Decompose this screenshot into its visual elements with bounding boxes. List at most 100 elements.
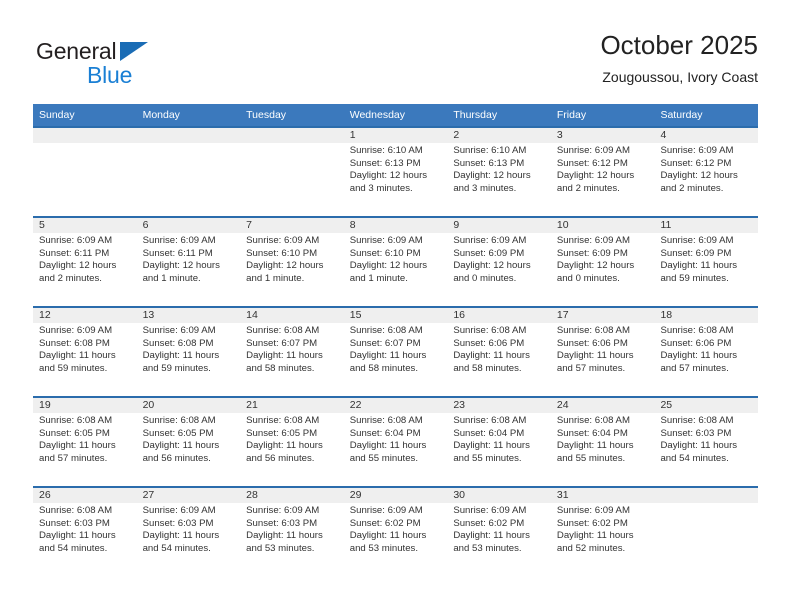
daylight-text-line2: and 57 minutes. — [556, 362, 626, 374]
day-cell[interactable]: Sunrise: 6:09 AM Sunset: 6:09 PM Dayligh… — [447, 233, 551, 306]
daylight-text-line1: Daylight: 11 hours — [142, 530, 220, 542]
daylight-text-line2: and 55 minutes. — [349, 452, 419, 464]
day-cell[interactable]: Sunrise: 6:08 AM Sunset: 6:05 PM Dayligh… — [137, 413, 241, 486]
day-cell[interactable]: Sunrise: 6:09 AM Sunset: 6:11 PM Dayligh… — [137, 233, 241, 306]
daylight-text-line1: Daylight: 12 hours — [556, 260, 635, 272]
day-number: 19 — [39, 399, 51, 411]
sunset-text: Sunset: 6:02 PM — [556, 517, 628, 529]
day-number — [137, 128, 241, 143]
daylight-text-line2: and 54 minutes. — [142, 542, 211, 554]
sunrise-text: Sunrise: 6:09 AM — [660, 235, 734, 246]
day-cell[interactable]: Sunrise: 6:09 AM Sunset: 6:10 PM Dayligh… — [240, 233, 344, 306]
sunrise-text: Sunrise: 6:08 AM — [453, 415, 527, 426]
day-cell[interactable]: Sunrise: 6:09 AM Sunset: 6:02 PM Dayligh… — [551, 503, 655, 576]
day-cell[interactable]: Sunrise: 6:08 AM Sunset: 6:04 PM Dayligh… — [344, 413, 448, 486]
sunset-text: Sunset: 6:06 PM — [453, 337, 525, 349]
sunrise-text: Sunrise: 6:09 AM — [453, 235, 527, 246]
day-cell[interactable]: Sunrise: 6:08 AM Sunset: 6:04 PM Dayligh… — [447, 413, 551, 486]
day-cell[interactable]: Sunrise: 6:10 AM Sunset: 6:13 PM Dayligh… — [344, 143, 448, 216]
day-number: 3 — [556, 129, 563, 141]
day-cell[interactable]: Sunrise: 6:08 AM Sunset: 6:06 PM Dayligh… — [654, 323, 758, 396]
sunset-text: Sunset: 6:05 PM — [246, 427, 318, 439]
sunset-text: Sunset: 6:05 PM — [39, 427, 110, 439]
sunset-text: Sunset: 6:11 PM — [142, 247, 213, 259]
weekday-header-row: Sunday Monday Tuesday Wednesday Thursday… — [33, 104, 758, 126]
daylight-text-line1: Daylight: 11 hours — [246, 350, 323, 362]
week-date-band: 19 20 21 22 23 24 25 — [33, 398, 758, 413]
sunset-text: Sunset: 6:03 PM — [660, 427, 732, 439]
day-cell[interactable]: Sunrise: 6:09 AM Sunset: 6:09 PM Dayligh… — [551, 233, 655, 306]
day-cell[interactable]: Sunrise: 6:09 AM Sunset: 6:12 PM Dayligh… — [551, 143, 655, 216]
week-content-row: Sunrise: 6:10 AM Sunset: 6:13 PM Dayligh… — [33, 143, 758, 216]
day-cell[interactable]: Sunrise: 6:09 AM Sunset: 6:03 PM Dayligh… — [240, 503, 344, 576]
day-cell[interactable]: Sunrise: 6:08 AM Sunset: 6:06 PM Dayligh… — [447, 323, 551, 396]
sunrise-text: Sunrise: 6:08 AM — [349, 415, 423, 426]
weekday-header-wednesday: Wednesday — [349, 109, 405, 121]
day-cell[interactable]: Sunrise: 6:08 AM Sunset: 6:05 PM Dayligh… — [240, 413, 344, 486]
daylight-text-line1: Daylight: 11 hours — [246, 530, 323, 542]
general-blue-logo[interactable]: General Blue — [36, 38, 196, 94]
sunrise-text: Sunrise: 6:08 AM — [453, 325, 527, 336]
sunset-text: Sunset: 6:04 PM — [349, 427, 421, 439]
sunrise-text: Sunrise: 6:09 AM — [39, 325, 113, 336]
day-cell[interactable]: Sunrise: 6:09 AM Sunset: 6:02 PM Dayligh… — [447, 503, 551, 576]
sunrise-text: Sunrise: 6:09 AM — [142, 505, 216, 516]
sunrise-text: Sunrise: 6:08 AM — [556, 415, 630, 426]
day-cell[interactable]: Sunrise: 6:08 AM Sunset: 6:06 PM Dayligh… — [551, 323, 655, 396]
daylight-text-line1: Daylight: 12 hours — [556, 170, 635, 182]
day-cell[interactable]: Sunrise: 6:10 AM Sunset: 6:13 PM Dayligh… — [447, 143, 551, 216]
day-cell[interactable] — [33, 143, 137, 216]
daylight-text-line1: Daylight: 11 hours — [556, 440, 634, 452]
daylight-text-line1: Daylight: 12 hours — [246, 260, 324, 272]
sunrise-text: Sunrise: 6:08 AM — [39, 415, 113, 426]
day-number: 27 — [142, 489, 155, 501]
daylight-text-line2: and 53 minutes. — [453, 542, 522, 554]
daylight-text-line1: Daylight: 11 hours — [142, 440, 220, 452]
day-cell[interactable] — [240, 143, 344, 216]
sunrise-text: Sunrise: 6:09 AM — [556, 505, 630, 516]
day-cell[interactable]: Sunrise: 6:09 AM Sunset: 6:02 PM Dayligh… — [344, 503, 448, 576]
day-number: 11 — [660, 219, 672, 231]
daylight-text-line2: and 0 minutes. — [556, 272, 620, 284]
calendar-week-row: 19 20 21 22 23 24 25 Sunrise: 6:08 AM Su… — [33, 396, 758, 486]
day-cell[interactable]: Sunrise: 6:09 AM Sunset: 6:08 PM Dayligh… — [137, 323, 241, 396]
day-cell[interactable]: Sunrise: 6:09 AM Sunset: 6:10 PM Dayligh… — [344, 233, 448, 306]
sunset-text: Sunset: 6:06 PM — [556, 337, 628, 349]
day-cell[interactable]: Sunrise: 6:08 AM Sunset: 6:04 PM Dayligh… — [551, 413, 655, 486]
day-number — [654, 488, 758, 503]
day-cell[interactable]: Sunrise: 6:08 AM Sunset: 6:07 PM Dayligh… — [344, 323, 448, 396]
sunrise-text: Sunrise: 6:08 AM — [349, 325, 423, 336]
day-number: 13 — [142, 309, 155, 321]
week-date-band: 12 13 14 15 16 17 18 — [33, 308, 758, 323]
daylight-text-line1: Daylight: 11 hours — [39, 440, 116, 452]
day-number: 17 — [556, 309, 569, 321]
day-cell[interactable]: Sunrise: 6:09 AM Sunset: 6:08 PM Dayligh… — [33, 323, 137, 396]
day-number: 22 — [349, 399, 362, 411]
daylight-text-line2: and 3 minutes. — [453, 182, 517, 194]
day-cell[interactable]: Sunrise: 6:08 AM Sunset: 6:03 PM Dayligh… — [654, 413, 758, 486]
day-cell[interactable]: Sunrise: 6:09 AM Sunset: 6:12 PM Dayligh… — [654, 143, 758, 216]
day-cell[interactable]: Sunrise: 6:09 AM Sunset: 6:11 PM Dayligh… — [33, 233, 137, 306]
daylight-text-line1: Daylight: 11 hours — [39, 530, 116, 542]
day-cell[interactable]: Sunrise: 6:08 AM Sunset: 6:03 PM Dayligh… — [33, 503, 137, 576]
day-number: 8 — [349, 219, 356, 231]
week-date-band: 5 6 7 8 9 10 11 — [33, 218, 758, 233]
day-cell[interactable]: Sunrise: 6:08 AM Sunset: 6:05 PM Dayligh… — [33, 413, 137, 486]
page-title: October 2025 — [600, 30, 758, 60]
week-content-row: Sunrise: 6:09 AM Sunset: 6:08 PM Dayligh… — [33, 323, 758, 396]
day-cell[interactable] — [654, 503, 758, 576]
day-cell[interactable]: Sunrise: 6:09 AM Sunset: 6:09 PM Dayligh… — [654, 233, 758, 306]
day-number: 16 — [453, 309, 465, 321]
week-date-band: 26 27 28 29 30 31 — [33, 488, 758, 503]
day-number: 1 — [349, 129, 356, 141]
daylight-text-line1: Daylight: 12 hours — [142, 260, 220, 272]
day-number: 31 — [556, 489, 569, 501]
day-number: 7 — [246, 219, 252, 231]
day-cell[interactable]: Sunrise: 6:08 AM Sunset: 6:07 PM Dayligh… — [240, 323, 344, 396]
sunset-text: Sunset: 6:11 PM — [39, 247, 110, 259]
day-number: 12 — [39, 309, 51, 321]
daylight-text-line2: and 2 minutes. — [660, 182, 724, 194]
day-cell[interactable] — [137, 143, 241, 216]
day-cell[interactable]: Sunrise: 6:09 AM Sunset: 6:03 PM Dayligh… — [137, 503, 241, 576]
day-number: 23 — [453, 399, 465, 411]
